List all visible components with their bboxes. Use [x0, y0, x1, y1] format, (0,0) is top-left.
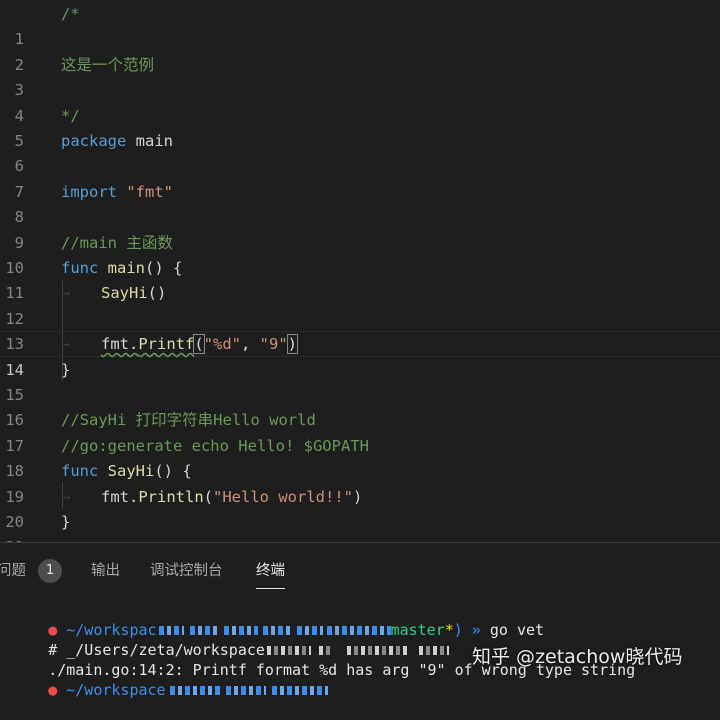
redacted-region: [271, 686, 328, 695]
tab-problems[interactable]: 问题: [0, 555, 26, 587]
code-line[interactable]: 15 }: [0, 358, 720, 404]
status-dot-icon: ●: [48, 681, 58, 699]
code-line[interactable]: 7: [0, 154, 720, 201]
punctuation: }: [61, 513, 71, 531]
code-line[interactable]: 20 → fmt.Println("Hello world!!"): [0, 485, 720, 531]
code-line[interactable]: 17 //SayHi 打印字符串Hello world: [0, 408, 720, 454]
bracket-close: ): [352, 487, 363, 506]
string-literal: "%d": [203, 335, 241, 354]
bracket-open: (: [193, 334, 205, 355]
tab-label: 问题: [0, 563, 26, 579]
redacted-region: [225, 686, 266, 695]
line-number: 21: [0, 535, 24, 542]
punctuation: }: [61, 360, 71, 379]
punctuation: (): [147, 284, 167, 303]
code-line[interactable]: 21 }: [0, 510, 720, 542]
current-line[interactable]: 14 → fmt.Printf("%d", "9"): [0, 331, 720, 379]
tab-arrow-icon: →: [63, 337, 71, 352]
tab-debug-console[interactable]: 调试控制台: [150, 555, 223, 587]
code-line[interactable]: 19 func SayHi() {: [0, 459, 720, 505]
keyword-package: package: [61, 132, 127, 150]
code-line[interactable]: 5 */: [0, 104, 720, 150]
code-line[interactable]: 18 //go:generate echo Hello! $GOPATH: [0, 434, 720, 480]
problems-count-badge: 1: [38, 559, 62, 583]
code-comment: //go:generate echo Hello! $GOPATH: [61, 436, 369, 455]
package-name: fmt.: [101, 335, 139, 354]
keyword-import: import: [61, 182, 117, 201]
terminal-path: ~/workspace: [57, 681, 166, 699]
panel-tabs: 问题 1 输出 调试控制台 终端: [0, 555, 720, 591]
function-call: Println: [138, 487, 204, 506]
code-comment: 这是一个范例: [61, 55, 155, 74]
code-line[interactable]: 12 → SayHi(): [0, 281, 720, 327]
tab-output[interactable]: 输出: [91, 555, 120, 587]
package-name: fmt.: [101, 487, 139, 506]
code-line[interactable]: 2: [0, 27, 720, 74]
code-line[interactable]: 3 这是一个范例: [0, 53, 720, 99]
code-comment: //SayHi 打印字符串Hello world: [61, 411, 316, 430]
watermark: 知乎 @zetachow晓代码: [472, 646, 683, 668]
code-comment: /*: [61, 5, 80, 23]
code-comment: //main 主函数: [61, 233, 173, 252]
bracket-open: (: [203, 487, 213, 506]
keyword-func: func: [61, 259, 99, 277]
tab-arrow-icon: →: [63, 286, 71, 301]
warning-squiggle[interactable]: fmt.Printf: [101, 335, 194, 353]
redacted-region: [169, 686, 220, 695]
code-line[interactable]: 10 //main 主函数: [0, 231, 720, 277]
punctuation: ,: [241, 335, 260, 354]
punctuation: () {: [154, 462, 192, 481]
code-line[interactable]: 13: [0, 307, 720, 353]
string-literal: "Hello world!!": [213, 487, 353, 506]
tab-arrow-icon: →: [63, 489, 71, 504]
bracket-close: ): [286, 334, 299, 355]
code-line[interactable]: 11 func main() {: [0, 256, 720, 302]
code-editor[interactable]: 1 /* 2 3 这是一个范例 4 5 */ 6 package main 7 …: [0, 0, 720, 542]
code-comment: */: [61, 106, 80, 125]
code-line[interactable]: 16: [0, 383, 720, 429]
function-name: SayHi: [98, 462, 155, 481]
terminal-line: ● ~/workspac master*) » go vet: [0, 600, 720, 639]
code-line[interactable]: 6 package main: [0, 129, 720, 175]
code-line[interactable]: 4: [0, 78, 720, 125]
tab-label: 输出: [91, 563, 120, 579]
tab-label: 调试控制台: [150, 563, 223, 579]
identifier: main: [126, 132, 173, 150]
code-line[interactable]: 1 /*: [0, 2, 720, 48]
code-line[interactable]: 9: [0, 205, 720, 252]
terminal-line: # _/Users/zeta/workspace: [0, 620, 720, 659]
code-line[interactable]: 8 import "fmt": [0, 180, 720, 226]
tab-terminal[interactable]: 终端: [256, 555, 285, 589]
function-name: main: [98, 259, 145, 277]
function-call: SayHi: [101, 284, 148, 303]
keyword-func: func: [61, 462, 99, 481]
function-call: Printf: [138, 335, 195, 354]
tab-label: 终端: [256, 563, 285, 579]
string-literal: "9": [259, 335, 288, 354]
punctuation: () {: [145, 259, 183, 277]
string-literal: "fmt": [117, 182, 173, 201]
